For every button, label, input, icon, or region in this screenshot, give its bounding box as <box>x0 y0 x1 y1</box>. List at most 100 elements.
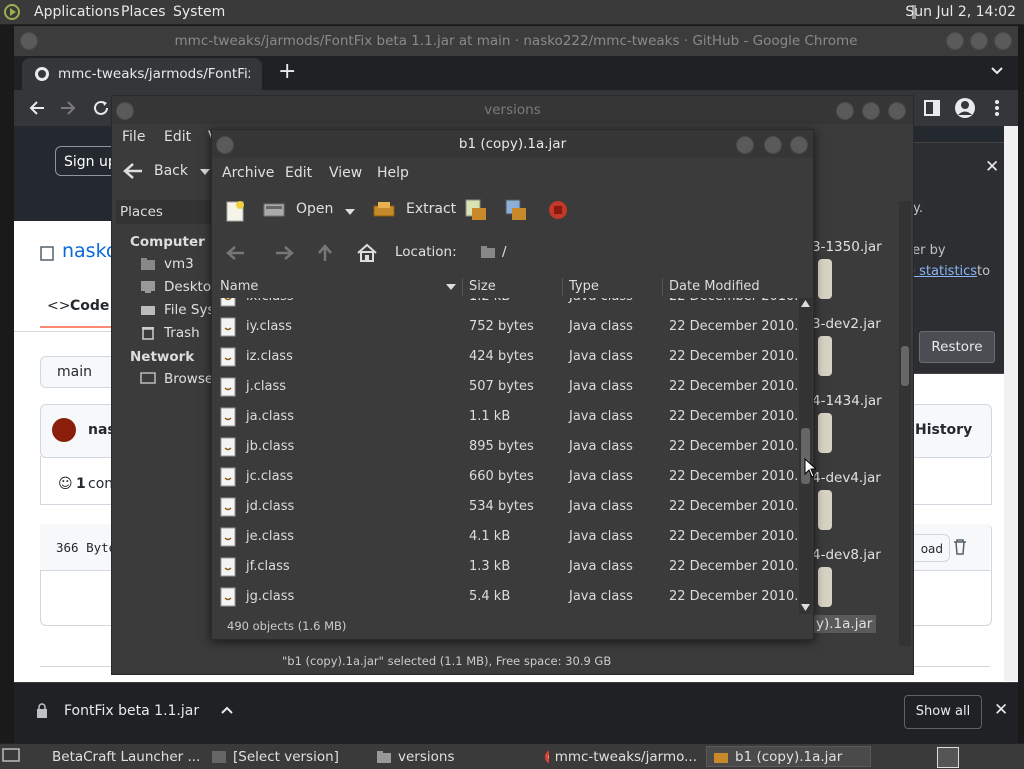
column-date-modified[interactable]: Date Modified <box>669 279 760 294</box>
jar-item[interactable]: 4-dev8.jar <box>812 547 881 563</box>
places-menu[interactable]: Places <box>121 4 166 20</box>
jar-item-selected[interactable]: y).1a.jar <box>812 615 877 633</box>
new-tab-button[interactable]: + <box>278 59 296 84</box>
table-row[interactable]: iz.class 424 bytes Java class 22 December 2… <box>212 343 799 373</box>
table-row[interactable]: jg.class 5.4 kB Java class 22 December 2010… <box>212 583 799 613</box>
window-menu-button[interactable] <box>116 102 134 120</box>
menu-help[interactable]: Help <box>377 165 409 181</box>
applications-menu[interactable]: Applications <box>34 4 120 20</box>
sidebar-item-vm3[interactable]: vm3 <box>140 256 194 272</box>
menu-view[interactable]: View <box>329 165 362 181</box>
column-name[interactable]: Name <box>220 279 258 294</box>
minimize-button[interactable] <box>836 102 854 120</box>
table-row[interactable]: ja.class 1.1 kB Java class 22 December 2010… <box>212 403 799 433</box>
new-archive-icon[interactable] <box>224 200 246 222</box>
table-row[interactable]: jc.class 660 bytes Java class 22 December 2… <box>212 463 799 493</box>
menu-edit[interactable]: Edit <box>285 165 312 181</box>
column-size[interactable]: Size <box>469 279 496 294</box>
location-forward-icon[interactable] <box>274 244 296 262</box>
forward-arrow-icon[interactable] <box>59 99 77 117</box>
repo-owner-link[interactable]: nasko <box>62 240 118 262</box>
back-arrow-icon[interactable] <box>28 99 46 117</box>
table-row[interactable]: jb.class 895 bytes Java class 22 December 2… <box>212 433 799 463</box>
stop-icon[interactable] <box>548 200 568 220</box>
location-up-icon[interactable] <box>316 244 334 262</box>
location-field[interactable]: / <box>470 240 810 266</box>
system-menu[interactable]: System <box>173 4 225 20</box>
table-row[interactable]: j.class 507 bytes Java class 22 December 20… <box>212 373 799 403</box>
show-all-button[interactable]: Show all <box>904 695 982 729</box>
taskbar-item-chrome[interactable]: mmc-tweaks/jarmo... <box>538 746 703 767</box>
scroll-down-icon[interactable] <box>801 604 810 611</box>
clock[interactable]: Sun Jul 2, 14:02 <box>905 4 1016 20</box>
archive-titlebar[interactable]: b1 (copy).1a.jar <box>212 130 813 158</box>
jar-item[interactable]: 4-dev4.jar <box>812 470 881 486</box>
back-button[interactable]: Back <box>122 162 188 180</box>
page-scrollbar[interactable] <box>1004 126 1018 681</box>
chevron-up-icon[interactable] <box>220 705 234 715</box>
column-type[interactable]: Type <box>569 279 599 294</box>
minimize-button[interactable] <box>946 32 964 50</box>
window-menu-button[interactable] <box>216 136 234 154</box>
chrome-titlebar[interactable]: mmc-tweaks/jarmods/FontFix beta 1.1.jar … <box>14 26 1018 56</box>
location-back-icon[interactable] <box>224 244 246 262</box>
workspace-switcher[interactable] <box>937 747 959 768</box>
history-link[interactable]: History <box>915 422 972 438</box>
close-download-bar-icon[interactable]: ✕ <box>994 700 1008 720</box>
distro-logo-icon[interactable] <box>3 3 23 21</box>
open-dropdown-icon[interactable] <box>345 208 355 216</box>
sidebar-item-trash[interactable]: Trash <box>140 325 200 341</box>
sidebar-item-desktop[interactable]: Desktop <box>140 279 220 295</box>
add-folder-icon[interactable] <box>504 198 528 222</box>
table-row[interactable]: iy.class 752 bytes Java class 22 December 2… <box>212 313 799 343</box>
table-row[interactable]: jd.class 534 bytes Java class 22 December 2… <box>212 493 799 523</box>
table-row[interactable]: jf.class 1.3 kB Java class 22 December 2010… <box>212 553 799 583</box>
menu-edit[interactable]: Edit <box>164 129 191 145</box>
download-filename[interactable]: FontFix beta 1.1.jar <box>64 703 199 719</box>
kebab-menu-icon[interactable] <box>994 99 1000 117</box>
reload-icon[interactable] <box>92 99 110 117</box>
versions-titlebar[interactable]: versions <box>112 96 913 124</box>
versions-scrollbar[interactable] <box>899 201 911 646</box>
sidebar-toggle-icon[interactable] <box>924 100 940 116</box>
popup-close-icon[interactable]: ✕ <box>985 157 999 177</box>
add-files-icon[interactable] <box>464 198 488 222</box>
maximize-button[interactable] <box>764 136 782 154</box>
scrollbar-thumb[interactable] <box>901 346 909 386</box>
close-window-button[interactable] <box>994 32 1012 50</box>
column-separator[interactable] <box>662 278 663 296</box>
location-home-icon[interactable] <box>356 243 378 263</box>
taskbar-item-versions[interactable]: versions <box>370 746 535 767</box>
tab-code[interactable]: Code <box>70 298 109 314</box>
sidebar-item-filesystem[interactable]: File Syst <box>140 302 220 318</box>
jar-item[interactable]: 4-1434.jar <box>812 393 882 409</box>
close-window-button[interactable] <box>888 102 906 120</box>
scroll-up-icon[interactable] <box>801 300 810 307</box>
minimize-button[interactable] <box>736 136 754 154</box>
file-list-scrollbar[interactable] <box>799 298 812 614</box>
jar-item[interactable]: 3-dev2.jar <box>812 316 881 332</box>
column-separator[interactable] <box>462 278 463 296</box>
taskbar-item-archive[interactable]: b1 (copy).1a.jar <box>706 746 871 767</box>
window-menu-button[interactable] <box>20 32 38 50</box>
tab-search-chevron-icon[interactable] <box>990 64 1004 78</box>
jar-item[interactable]: 3-1350.jar <box>812 239 882 255</box>
column-separator[interactable] <box>562 278 563 296</box>
show-desktop-icon[interactable] <box>2 748 20 764</box>
back-dropdown-icon[interactable] <box>200 168 210 176</box>
taskbar-item-select-version[interactable]: [Select version] <box>205 746 365 767</box>
maximize-button[interactable] <box>970 32 988 50</box>
contributors-label[interactable]: con <box>88 476 113 492</box>
menu-archive[interactable]: Archive <box>222 165 274 181</box>
restore-button[interactable]: Restore <box>919 331 995 363</box>
close-window-button[interactable] <box>790 136 808 154</box>
menu-file[interactable]: File <box>122 129 145 145</box>
avatar[interactable] <box>52 418 76 442</box>
trash-icon[interactable] <box>952 538 968 556</box>
profile-avatar-icon[interactable] <box>954 97 976 119</box>
sort-down-icon[interactable] <box>446 283 456 291</box>
popup-link[interactable]: e statistics <box>907 264 977 279</box>
maximize-button[interactable] <box>862 102 880 120</box>
table-row[interactable]: ix.class 1.2 kB Java class 22 December 2010… <box>212 298 799 313</box>
browser-tab[interactable]: mmc-tweaks/jarmods/FontFix <box>22 58 262 90</box>
